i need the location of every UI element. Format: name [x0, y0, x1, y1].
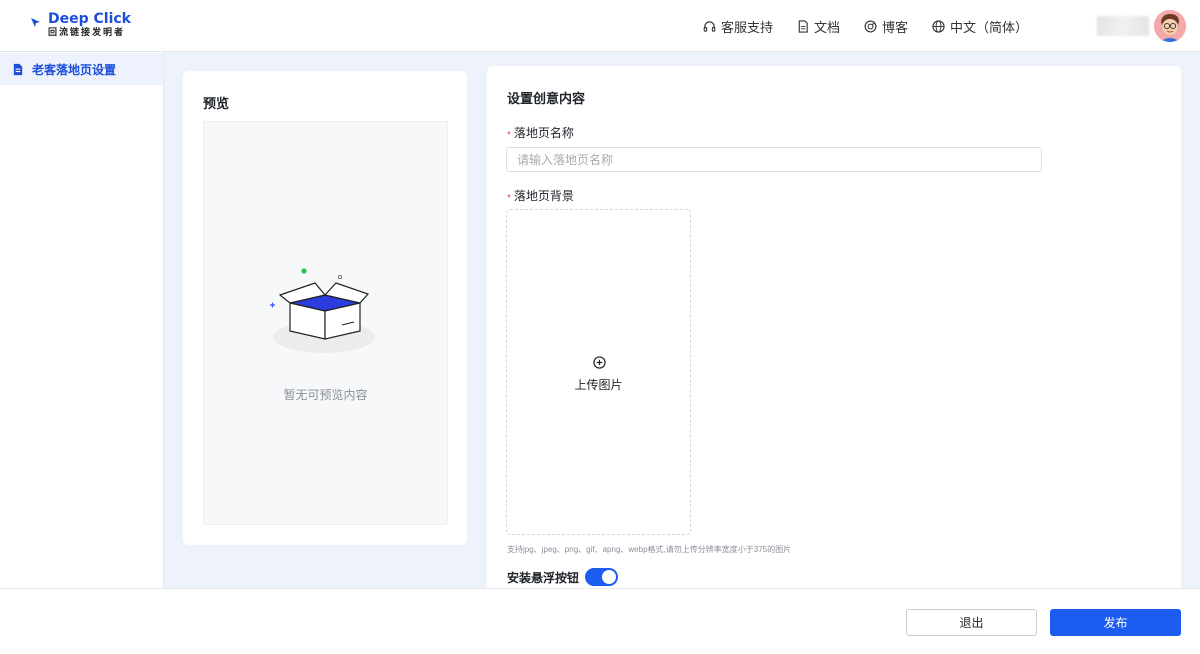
upload-hint: 支持jpg、jpeg、png、gif、apng、webp格式,请勿上传分辨率宽度… — [507, 545, 792, 554]
preview-area: 暂无可预览内容 — [203, 121, 448, 525]
top-bar: Deep Click 回流链接发明者 客服支持 文档 博客 中文（简体） — [0, 0, 1200, 52]
document-icon — [798, 20, 808, 33]
plus-circle-icon — [593, 356, 606, 369]
name-label-text: 落地页名称 — [513, 126, 574, 140]
float-button-label: 安装悬浮按钮 — [507, 570, 580, 585]
nav-customer-support-label: 客服支持 — [721, 20, 774, 35]
empty-preview-text: 暂无可预览内容 — [283, 388, 368, 402]
nav-language[interactable]: 中文（简体） — [932, 17, 1028, 36]
avatar[interactable] — [1154, 10, 1186, 42]
avatar-icon — [1154, 10, 1186, 42]
globe-icon — [932, 20, 945, 33]
publish-button[interactable]: 发布 — [1050, 609, 1181, 636]
page-settings-icon — [13, 63, 23, 75]
nav-blog-label: 博客 — [882, 20, 909, 35]
exit-button[interactable]: 退出 — [906, 609, 1037, 636]
footer-bar: 退出 发布 — [0, 588, 1200, 654]
blog-icon — [864, 20, 877, 33]
nav-blog[interactable]: 博客 — [864, 17, 908, 36]
preview-title: 预览 — [203, 96, 230, 111]
form-title: 设置创意内容 — [507, 91, 586, 106]
upload-image-area[interactable]: 上传图片 — [506, 209, 691, 535]
top-nav: 客服支持 文档 博客 中文（简体） — [703, 17, 1052, 36]
logo[interactable]: Deep Click 回流链接发明者 — [30, 11, 131, 39]
background-label-text: 落地页背景 — [513, 189, 574, 203]
upload-image-label: 上传图片 — [574, 378, 623, 392]
sidebar: 老客落地页设置 — [0, 52, 164, 588]
creative-form: 设置创意内容 *落地页名称 *落地页背景 上传图片 支持jpg、jpeg、png… — [487, 66, 1181, 596]
cursor-arrow-icon — [31, 18, 40, 27]
required-mark: * — [507, 130, 511, 141]
float-button-toggle[interactable] — [585, 568, 619, 586]
empty-box-icon — [270, 268, 375, 353]
nav-docs-label: 文档 — [814, 20, 841, 35]
user-name[interactable] — [1097, 16, 1149, 36]
logo-subtitle: 回流链接发明者 — [48, 28, 126, 38]
sidebar-item-label: 老客落地页设置 — [32, 62, 117, 77]
name-field-label: * 落地页名称 — [507, 124, 574, 141]
sidebar-item-landing-page-settings[interactable]: 老客落地页设置 — [0, 53, 163, 85]
nav-docs[interactable]: 文档 — [797, 17, 840, 36]
nav-customer-support[interactable]: 客服支持 — [703, 17, 773, 36]
landing-page-name-input[interactable] — [506, 147, 1042, 172]
logo-title: Deep Click — [48, 11, 131, 27]
headset-icon — [703, 21, 716, 32]
float-button-row: 安装悬浮按钮 — [507, 568, 619, 586]
toggle-knob — [602, 570, 617, 584]
preview-panel: 预览 暂无可预览内容 — [183, 71, 467, 545]
nav-language-label: 中文（简体） — [950, 20, 1029, 35]
background-field-label: * 落地页背景 — [507, 187, 574, 204]
required-mark: * — [507, 193, 511, 204]
